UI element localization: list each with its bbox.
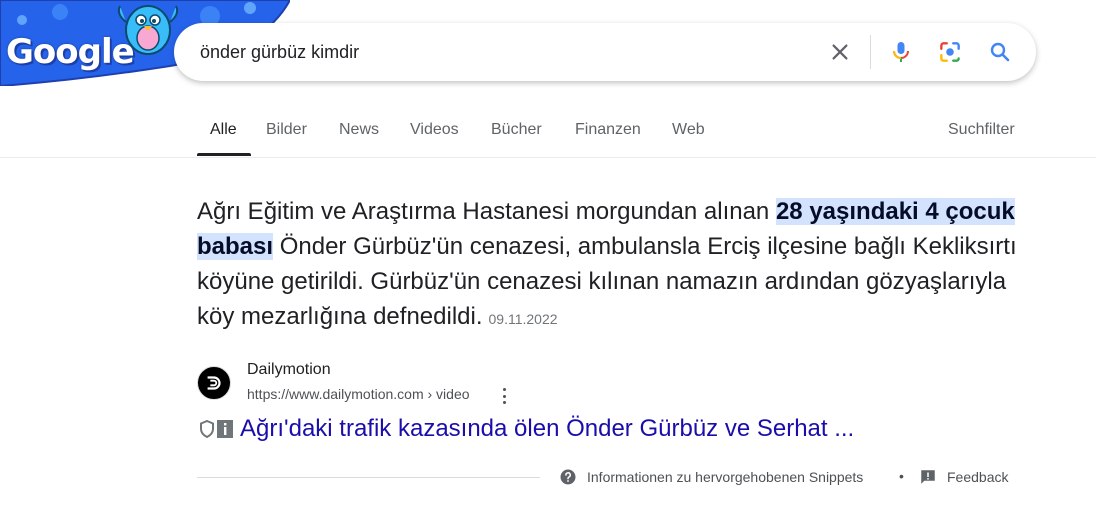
clear-icon[interactable] <box>826 38 854 66</box>
feedback-button[interactable]: Feedback <box>919 468 1008 486</box>
snippet-text-before: Ağrı Eğitim ve Araştırma Hastanesi morgu… <box>197 198 776 225</box>
tab-videos[interactable]: Videos <box>410 121 459 139</box>
search-input[interactable] <box>198 33 802 71</box>
snippet-info-link[interactable]: Informationen zu hervorgehobenen Snippet… <box>559 468 863 486</box>
safety-info-icons <box>199 420 233 438</box>
info-icon <box>217 420 233 438</box>
feedback-icon <box>921 470 935 484</box>
active-tab-indicator <box>197 153 251 156</box>
more-options-icon[interactable] <box>498 386 510 406</box>
search-box[interactable] <box>174 23 1036 81</box>
footer-divider <box>197 477 540 478</box>
tab-web[interactable]: Web <box>672 121 705 139</box>
result-title-link[interactable]: Ağrı'daki trafik kazasında ölen Önder Gü… <box>240 415 854 443</box>
shield-icon <box>200 420 214 438</box>
snippet-info-label: Informationen zu hervorgehobenen Snippet… <box>587 469 864 485</box>
snippet-date: 09.11.2022 <box>488 311 558 327</box>
help-icon <box>560 469 576 485</box>
tab-news[interactable]: News <box>339 121 379 139</box>
tab-buecher[interactable]: Bücher <box>491 121 542 139</box>
tabs-divider <box>0 157 1096 158</box>
footer-separator: • <box>899 468 904 484</box>
camera-lens-icon[interactable] <box>936 38 964 66</box>
search-icon[interactable] <box>986 38 1014 66</box>
doodle-logo-text: Google <box>6 32 135 72</box>
tab-finanzen[interactable]: Finanzen <box>575 121 641 139</box>
source-url[interactable]: https://www.dailymotion.com › video <box>247 386 470 402</box>
source-name[interactable]: Dailymotion <box>247 361 331 379</box>
microphone-icon[interactable] <box>887 38 915 66</box>
featured-snippet-text: Ağrı Eğitim ve Araştırma Hastanesi morgu… <box>197 194 1027 337</box>
snippet-text-after: Önder Gürbüz'ün cenazesi, ambulansla Erc… <box>197 233 1017 330</box>
dailymotion-logo-icon[interactable] <box>197 366 231 400</box>
search-divider <box>870 35 871 69</box>
search-tabs: Alle Bilder News Videos Bücher Finanzen … <box>0 108 1096 158</box>
search-filter-button[interactable]: Suchfilter <box>948 121 1015 139</box>
feedback-label: Feedback <box>947 469 1009 485</box>
tab-alle[interactable]: Alle <box>210 121 237 139</box>
tab-bilder[interactable]: Bilder <box>266 121 307 139</box>
